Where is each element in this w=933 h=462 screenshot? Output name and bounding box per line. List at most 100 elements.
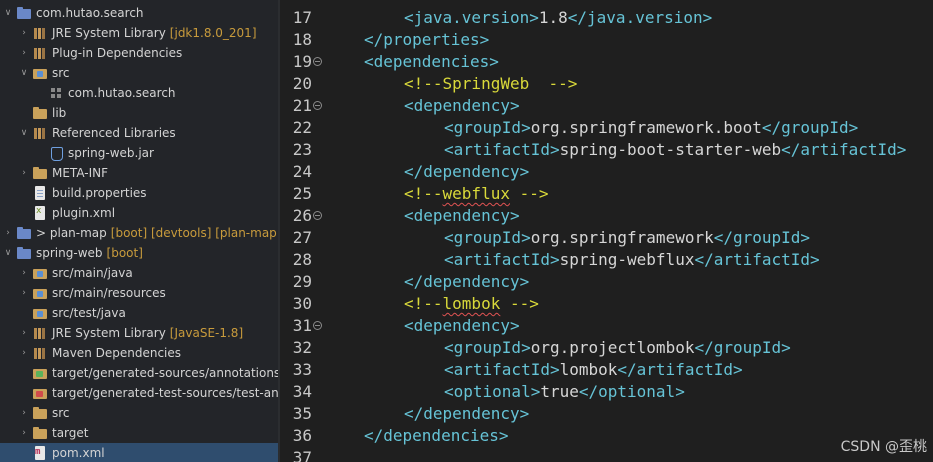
tree-item[interactable]: spring-web.jar [0, 143, 278, 163]
xml-text: true [540, 382, 579, 401]
code-content: <artifactId>lombok</artifactId> [444, 359, 743, 381]
tree-item[interactable]: plugin.xml [0, 203, 278, 223]
expand-chevron-icon[interactable]: › [18, 407, 30, 419]
code-line[interactable]: 17 <java.version>1.8</java.version> [280, 7, 933, 29]
expand-chevron-icon[interactable]: › [18, 287, 30, 299]
expand-chevron-icon[interactable]: › [18, 167, 30, 179]
tree-item[interactable]: target/generated-test-sources/test-ann [0, 383, 278, 403]
xml-tag: </optional> [578, 382, 685, 401]
tree-item[interactable]: › JRE System Library [JavaSE-1.8] [0, 323, 278, 343]
xml-tag: </dependency> [404, 404, 530, 423]
xml-text: spring-boot-starter-web [559, 140, 782, 159]
tree-item-label: spring-web.jar [68, 146, 154, 160]
tree-item-label: target [52, 426, 89, 440]
code-line[interactable]: 30 <!--lombok --> [280, 293, 933, 315]
plugin-project-icon [16, 225, 32, 241]
tree-item[interactable]: › META-INF [0, 163, 278, 183]
project-explorer: ∨ com.hutao.search › JRE System Library [jdk… [0, 0, 278, 462]
code-line[interactable]: 32 <groupId>org.projectlombok</groupId> [280, 337, 933, 359]
tree-item[interactable]: ∨ src [0, 63, 278, 83]
tree-item-label: pom.xml [52, 446, 105, 460]
code-content: <groupId>org.springframework</groupId> [444, 227, 810, 249]
fold-toggle-icon[interactable] [313, 57, 322, 66]
code-line[interactable]: 27 <groupId>org.springframework</groupId> [280, 227, 933, 249]
expand-chevron-icon[interactable]: › [18, 267, 30, 279]
fold-toggle-icon[interactable] [313, 321, 322, 330]
code-line[interactable]: 28 <artifactId>spring-webflux</artifactId… [280, 249, 933, 271]
expand-chevron-icon[interactable]: › [18, 27, 30, 39]
xml-tag: <groupId> [444, 228, 531, 247]
xml-text: spring-webflux [559, 250, 695, 269]
folder-icon [32, 425, 48, 441]
expand-chevron-icon[interactable]: › [18, 47, 30, 59]
code-line[interactable]: 25 <!--webflux --> [280, 183, 933, 205]
code-content: </dependency> [404, 271, 529, 293]
code-line[interactable]: 35 </dependency> [280, 403, 933, 425]
code-line[interactable]: 31 <dependency> [280, 315, 933, 337]
tree-item[interactable]: ∨ com.hutao.search [0, 3, 278, 23]
code-line[interactable]: 37 [280, 447, 933, 462]
tree-item[interactable]: › Maven Dependencies [0, 343, 278, 363]
expand-chevron-icon[interactable]: › [18, 347, 30, 359]
code-line[interactable]: 23 <artifactId>spring-boot-starter-web</a… [280, 139, 933, 161]
tree-item[interactable]: › target [0, 423, 278, 443]
code-line[interactable]: 20 <!--SpringWeb --> [280, 73, 933, 95]
xml-file-icon [32, 205, 48, 221]
generated-test-folder-icon [32, 385, 48, 401]
collapse-chevron-icon[interactable]: ∨ [18, 67, 30, 79]
expand-chevron-icon[interactable]: › [18, 327, 30, 339]
code-line[interactable]: 19 <dependencies> [280, 51, 933, 73]
tree-item[interactable]: › Plug-in Dependencies [0, 43, 278, 63]
code-line[interactable]: 22 <groupId>org.springframework.boot</gro… [280, 117, 933, 139]
xml-comment: --> [500, 294, 539, 313]
tree-item[interactable]: › src/main/resources [0, 283, 278, 303]
xml-tag: </dependency> [404, 162, 530, 181]
code-line[interactable]: 24 </dependency> [280, 161, 933, 183]
xml-tag: </artifactId> [781, 140, 907, 159]
tree-item[interactable]: build.properties [0, 183, 278, 203]
tree-item[interactable]: src/test/java [0, 303, 278, 323]
expand-chevron-icon[interactable]: › [2, 227, 14, 239]
tree-item[interactable]: › src/main/java [0, 263, 278, 283]
tree-item[interactable]: › src [0, 403, 278, 423]
line-number: 21 [292, 96, 312, 115]
collapse-chevron-icon[interactable]: ∨ [2, 7, 14, 19]
tree-item[interactable]: pom.xml [0, 443, 278, 462]
folder-icon [32, 405, 48, 421]
line-number: 35 [292, 404, 312, 423]
collapse-chevron-icon[interactable]: ∨ [2, 247, 14, 259]
xml-comment: --> [509, 184, 549, 203]
line-number: 33 [292, 360, 312, 379]
xml-comment: <!-- [404, 184, 443, 203]
code-line[interactable]: 26 <dependency> [280, 205, 933, 227]
xml-tag: <dependency> [404, 206, 520, 225]
xml-tag: <java.version> [404, 8, 539, 27]
tree-item-label: com.hutao.search [68, 86, 176, 100]
tree-item[interactable]: target/generated-sources/annotations [0, 363, 278, 383]
code-content: <!--lombok --> [404, 293, 539, 315]
code-line[interactable]: 33 <artifactId>lombok</artifactId> [280, 359, 933, 381]
line-number: 17 [292, 8, 312, 27]
expand-chevron-icon[interactable]: › [18, 427, 30, 439]
code-line[interactable]: 21 <dependency> [280, 95, 933, 117]
library-icon [32, 345, 48, 361]
collapse-chevron-icon[interactable]: ∨ [18, 127, 30, 139]
tree-item[interactable]: lib [0, 103, 278, 123]
tree-item[interactable]: ∨ Referenced Libraries [0, 123, 278, 143]
fold-toggle-icon[interactable] [313, 101, 322, 110]
code-editor[interactable]: 17 <java.version>1.8</java.version> 18 </pr… [280, 0, 933, 462]
code-content: <dependency> [404, 205, 520, 227]
library-icon [32, 325, 48, 341]
code-line[interactable]: 36 </dependencies> [280, 425, 933, 447]
tree-item[interactable]: › > plan-map [boot] [devtools] [plan-map r [0, 223, 278, 243]
code-line[interactable]: 18 </properties> [280, 29, 933, 51]
fold-toggle-icon[interactable] [313, 211, 322, 220]
tree-item[interactable]: ∨ spring-web [boot] [0, 243, 278, 263]
tree-item-decoration: [jdk1.8.0_201] [169, 26, 257, 40]
tree-item[interactable]: › JRE System Library [jdk1.8.0_201] [0, 23, 278, 43]
xml-tag: <artifactId> [444, 250, 560, 269]
code-line[interactable]: 29 </dependency> [280, 271, 933, 293]
tree-item[interactable]: com.hutao.search [0, 83, 278, 103]
code-line[interactable]: 34 <optional>true</optional> [280, 381, 933, 403]
plugin-project-icon [16, 245, 32, 261]
